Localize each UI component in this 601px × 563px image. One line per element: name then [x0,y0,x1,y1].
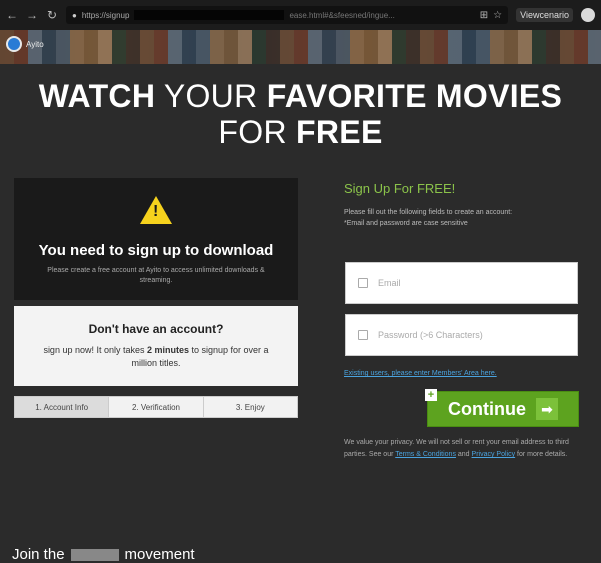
avatar[interactable] [581,8,595,22]
banner-poster [42,30,56,64]
password-field[interactable] [345,314,578,356]
profile-button[interactable]: Viewcenario [516,8,573,22]
password-input[interactable] [378,330,558,340]
banner-poster [574,30,588,64]
banner-poster [518,30,532,64]
signup-title: Sign Up For FREE! [344,181,456,196]
banner-poster [392,30,406,64]
warning-icon: ! [140,196,172,224]
step-verification: 2. Verification [109,397,204,417]
page-title: WATCH YOUR FAVORITE MOVIES FOR FREE [38,78,563,150]
banner-poster [532,30,546,64]
download-subtitle: Please create a free account at Ayito to… [47,267,265,284]
browser-toolbar: ← → ↻ ● https://signup ease.html#&sfeesn… [0,0,601,30]
redacted-url [134,10,285,20]
banner-poster [434,30,448,64]
banner-poster [224,30,238,64]
banner-poster [546,30,560,64]
plus-icon: + [425,389,437,401]
download-notice: ! You need to sign up to download Please… [14,178,298,300]
lock-icon [358,330,368,340]
download-title: You need to sign up to download [38,242,274,259]
banner-poster [476,30,490,64]
signup-steps: 1. Account Info 2. Verification 3. Enjoy [14,396,298,418]
banner-poster [210,30,224,64]
banner-poster [168,30,182,64]
address-bar[interactable]: ● https://signup ease.html#&sfeesned/ing… [66,6,509,24]
bookmark-star-icon[interactable]: ☆ [493,10,502,21]
url-text: https://signup [81,10,130,20]
site-logo[interactable]: Ayito [6,36,44,52]
redacted-brand [70,548,119,561]
email-input[interactable] [378,278,558,288]
brand-name: Ayito [26,39,44,49]
banner-poster [252,30,266,64]
banner-poster [420,30,434,64]
step-enjoy: 3. Enjoy [235,402,265,412]
account-box: Don't have an account? sign up now! It o… [14,306,298,386]
continue-label: Continue [448,398,526,419]
email-icon [358,278,368,288]
members-area-link[interactable]: Existing users, please enter Members' Ar… [344,370,497,377]
movie-banner [0,30,601,64]
banner-poster [322,30,336,64]
banner-poster [112,30,126,64]
banner-poster [266,30,280,64]
banner-poster [182,30,196,64]
step-account-info: 1. Account Info [15,397,110,417]
email-field[interactable] [345,262,578,304]
banner-poster [490,30,504,64]
banner-poster [406,30,420,64]
banner-poster [364,30,378,64]
banner-poster [84,30,98,64]
banner-poster [448,30,462,64]
banner-poster [70,30,84,64]
forward-icon[interactable]: → [26,8,38,22]
url-tail: ease.html#&sfeesned/ingue... [289,10,395,20]
banner-poster [280,30,294,64]
banner-poster [378,30,392,64]
banner-poster [350,30,364,64]
banner-poster [140,30,154,64]
signup-description: Please fill out the following fields to … [344,209,513,227]
banner-poster [126,30,140,64]
continue-button[interactable]: + Continue ➡ [425,389,579,427]
account-title: Don't have an account? [88,322,224,336]
lock-icon: ● [72,10,77,20]
join-heading: Join the movement [12,546,195,563]
banner-poster [196,30,210,64]
banner-poster [154,30,168,64]
banner-poster [308,30,322,64]
banner-poster [336,30,350,64]
banner-poster [294,30,308,64]
banner-poster [504,30,518,64]
banner-poster [56,30,70,64]
reload-icon[interactable]: ↻ [46,8,58,22]
banner-poster [98,30,112,64]
extension-icon[interactable]: ⊞ [480,10,488,21]
arrow-right-icon: ➡ [536,398,558,420]
account-subtitle: sign up now! It only takes 2 minutes to … [43,345,269,368]
banner-poster [462,30,476,64]
privacy-policy-link[interactable]: Privacy Policy [472,451,516,458]
banner-poster [588,30,601,64]
banner-poster [560,30,574,64]
banner-poster [238,30,252,64]
terms-link[interactable]: Terms & Conditions [395,451,456,458]
back-icon[interactable]: ← [6,8,18,22]
privacy-notice: We value your privacy. We will not sell … [344,439,569,458]
logo-icon [6,36,22,52]
